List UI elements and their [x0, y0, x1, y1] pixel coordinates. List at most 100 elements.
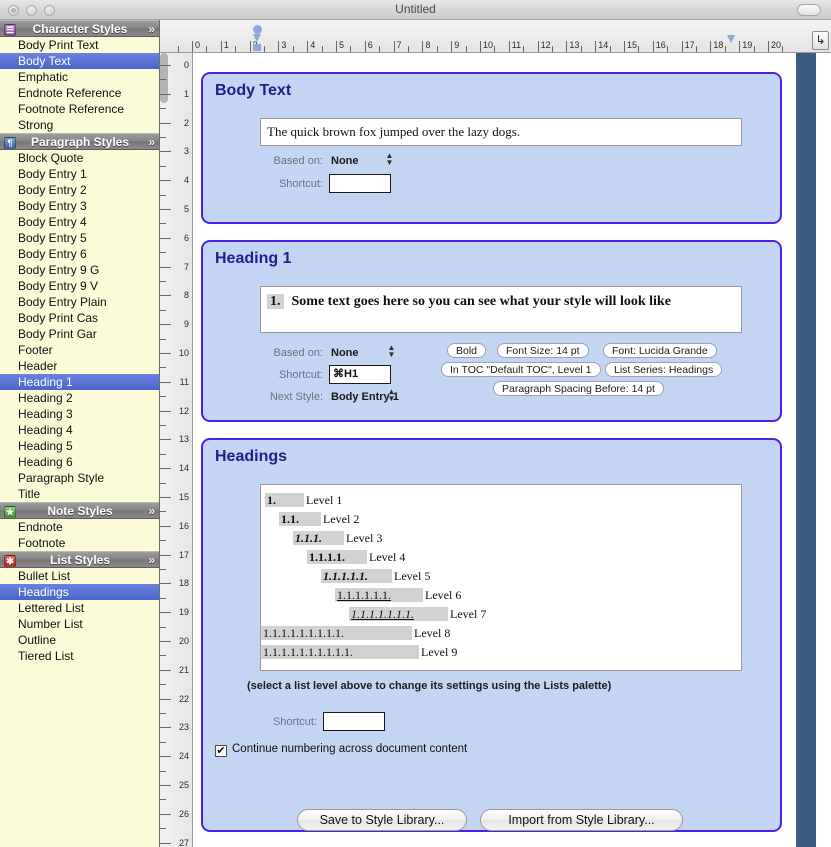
left-margin-marker[interactable] — [253, 44, 261, 51]
based-on-value[interactable]: None — [331, 347, 359, 359]
list-level-row[interactable]: 1.1.1.1.1.Level 5 — [321, 569, 430, 584]
first-line-indent-marker[interactable] — [253, 25, 262, 34]
style-list-item[interactable]: Strong — [0, 117, 159, 133]
ruler-label: 12 — [179, 406, 189, 416]
list-level-row[interactable]: 1.1.1.1.Level 4 — [307, 550, 405, 565]
style-list-item[interactable]: Body Entry 5 — [0, 230, 159, 246]
style-list-item[interactable]: Body Entry 9 G — [0, 262, 159, 278]
ruler-tick-minor — [264, 46, 265, 52]
next-style-stepper[interactable]: ▲▼ — [387, 388, 396, 404]
style-list-item[interactable]: Endnote — [0, 519, 159, 535]
style-list-item[interactable]: Body Print Cas — [0, 310, 159, 326]
style-list-item[interactable]: Lettered List — [0, 600, 159, 616]
style-list-item[interactable]: Heading 3 — [0, 406, 159, 422]
drawer-section-title: Character Styles — [33, 22, 128, 36]
style-list-item[interactable]: Heading 5 — [0, 438, 159, 454]
style-attribute-tag[interactable]: Paragraph Spacing Before: 14 pt — [493, 381, 664, 396]
list-level-row[interactable]: 1.1.1.1.1.1.1.Level 7 — [349, 607, 486, 622]
drawer-section-header-character-styles[interactable]: ☰Character Styles» — [0, 20, 160, 37]
preview-text: Some text goes here so you can see what … — [292, 294, 671, 309]
left-indent-marker[interactable] — [253, 34, 261, 42]
ruler-label: 20 — [771, 40, 781, 50]
style-list-item[interactable]: Title — [0, 486, 159, 502]
style-list-item[interactable]: Footnote Reference — [0, 101, 159, 117]
style-list-item[interactable]: Heading 4 — [0, 422, 159, 438]
continue-numbering-checkbox[interactable]: ✔ — [215, 745, 227, 757]
ruler-tick-minor — [160, 569, 166, 570]
style-attribute-tag[interactable]: Font: Lucida Grande — [603, 343, 717, 358]
style-list-item[interactable]: Endnote Reference — [0, 85, 159, 101]
style-list-item[interactable]: Body Entry 3 — [0, 198, 159, 214]
ruler-label: 14 — [179, 463, 189, 473]
style-list-item[interactable]: Footer — [0, 342, 159, 358]
vertical-ruler[interactable]: 0123456789101112131415161718192021222324… — [160, 53, 193, 847]
list-level-number: 1.1.1. — [293, 531, 344, 545]
list-level-row[interactable]: 1.1.1.1.1.1.1.1.1.1.Level 9 — [261, 645, 457, 660]
list-level-row[interactable]: 1.1.1.1.1.1.1.1.1.Level 8 — [261, 626, 450, 641]
ruler-tick-minor — [581, 46, 582, 52]
style-list-item[interactable]: Block Quote — [0, 150, 159, 166]
style-list-item[interactable]: Body Entry 4 — [0, 214, 159, 230]
list-levels-preview-box[interactable]: 1.Level 11.1.Level 21.1.1.Level 31.1.1.1… — [260, 484, 742, 671]
style-list-item[interactable]: Body Entry Plain — [0, 294, 159, 310]
based-on-stepper[interactable]: ▲▼ — [385, 152, 394, 168]
style-list-item[interactable]: Heading 6 — [0, 454, 159, 470]
style-list-item[interactable]: Body Entry 9 V — [0, 278, 159, 294]
style-attribute-tag[interactable]: Font Size: 14 pt — [497, 343, 589, 358]
drawer-section-title: List Styles — [50, 553, 110, 567]
shortcut-input[interactable] — [323, 712, 385, 731]
style-list-item[interactable]: Body Text — [0, 53, 159, 69]
ruler-label: 12 — [541, 40, 551, 50]
note-styles-icon: ★ — [4, 506, 16, 518]
style-list-item[interactable]: Body Print Gar — [0, 326, 159, 342]
ruler-tick-minor — [160, 828, 166, 829]
style-preview-box[interactable]: The quick brown fox jumped over the lazy… — [260, 118, 742, 146]
ruler-tick-major — [682, 41, 683, 52]
right-indent-marker[interactable] — [727, 35, 735, 43]
drawer-section-header-paragraph-styles[interactable]: ¶Paragraph Styles» — [0, 133, 160, 150]
style-attribute-tag[interactable]: List Series: Headings — [605, 362, 722, 377]
style-list-item[interactable]: Bullet List — [0, 568, 159, 584]
style-list-item[interactable]: Heading 2 — [0, 390, 159, 406]
vertical-scrollbar-thumb[interactable] — [160, 53, 168, 103]
style-list-item[interactable]: Heading 1 — [0, 374, 159, 390]
ruler-tick-major — [160, 439, 171, 440]
chevron-down-icon[interactable]: » — [148, 21, 155, 37]
style-list-item[interactable]: Body Entry 6 — [0, 246, 159, 262]
style-list-item[interactable]: Headings — [0, 584, 159, 600]
continue-numbering-row[interactable]: ✔Continue numbering across document cont… — [215, 743, 467, 757]
style-list-item[interactable]: Emphatic — [0, 69, 159, 85]
style-list-item[interactable]: Outline — [0, 632, 159, 648]
style-list-item[interactable]: Body Entry 2 — [0, 182, 159, 198]
drawer-section-header-list-styles[interactable]: ✱List Styles» — [0, 551, 160, 568]
drawer-section-header-note-styles[interactable]: ★Note Styles» — [0, 502, 160, 519]
tab-well-button[interactable]: ↳ — [812, 31, 829, 50]
based-on-value[interactable]: None — [331, 155, 359, 167]
chevron-down-icon[interactable]: » — [148, 503, 155, 519]
style-list-item[interactable]: Body Entry 1 — [0, 166, 159, 182]
list-level-row[interactable]: 1.1.1.1.1.1.Level 6 — [335, 588, 461, 603]
chevron-down-icon[interactable]: » — [148, 552, 155, 568]
footer-button[interactable]: Save to Style Library... — [297, 809, 467, 831]
based-on-stepper[interactable]: ▲▼ — [387, 344, 396, 360]
list-level-row[interactable]: 1.Level 1 — [265, 493, 342, 508]
horizontal-ruler[interactable]: ↳ 01234567891011121314151617181920 — [160, 20, 831, 53]
list-level-row[interactable]: 1.1.Level 2 — [279, 512, 359, 527]
list-level-row[interactable]: 1.1.1.Level 3 — [293, 531, 382, 546]
style-list-item[interactable]: Header — [0, 358, 159, 374]
ruler-tick-major — [160, 353, 171, 354]
shortcut-input[interactable]: ⌘H1 — [329, 365, 391, 384]
ruler-tick-minor — [725, 46, 726, 52]
style-attribute-tag[interactable]: Bold — [447, 343, 486, 358]
style-preview-box[interactable]: 1.Some text goes here so you can see wha… — [260, 286, 742, 333]
footer-button[interactable]: Import from Style Library... — [480, 809, 683, 831]
toolbar-toggle-button[interactable] — [797, 4, 821, 16]
style-list-item[interactable]: Footnote — [0, 535, 159, 551]
style-list-item[interactable]: Number List — [0, 616, 159, 632]
style-attribute-tag[interactable]: In TOC "Default TOC", Level 1 — [441, 362, 601, 377]
style-list-item[interactable]: Paragraph Style — [0, 470, 159, 486]
chevron-down-icon[interactable]: » — [148, 134, 155, 150]
style-list-item[interactable]: Body Print Text — [0, 37, 159, 53]
shortcut-input[interactable] — [329, 174, 391, 193]
style-list-item[interactable]: Tiered List — [0, 648, 159, 664]
